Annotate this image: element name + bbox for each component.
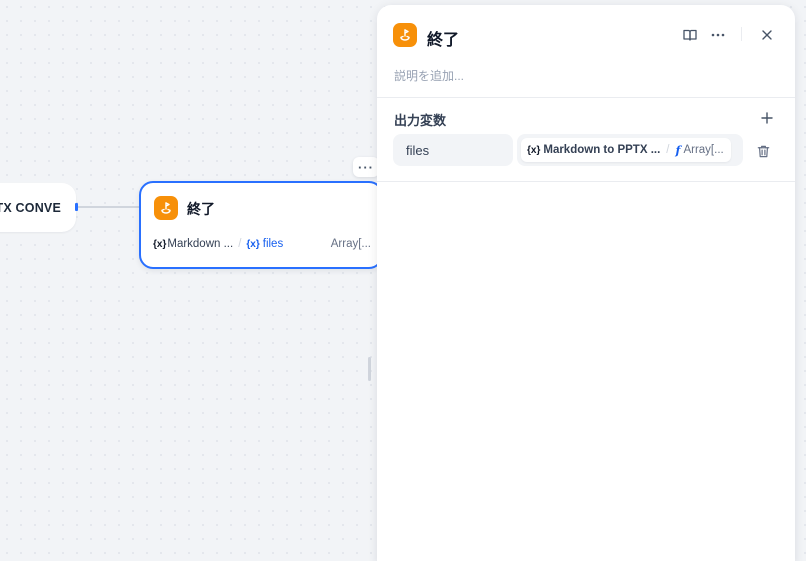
- close-panel-button[interactable]: [755, 23, 779, 47]
- end-flag-icon: [393, 23, 417, 47]
- node-title: 終了: [187, 201, 215, 217]
- panel-title[interactable]: 終了: [427, 26, 459, 50]
- variable-name: files: [262, 238, 284, 250]
- divider: [377, 97, 795, 98]
- more-dots-icon: ···: [358, 159, 374, 175]
- output-variable-name: files: [406, 142, 430, 158]
- variable-separator: /: [238, 238, 242, 250]
- output-variable-selector[interactable]: {x} Markdown to PPTX ... / f Array[...: [517, 134, 743, 166]
- function-icon: f: [675, 143, 681, 157]
- trash-icon: [757, 145, 769, 157]
- end-node[interactable]: 終了 {x} Markdown ... / {x} files Array[..…: [139, 181, 383, 269]
- node-variable-row: {x} Markdown ... / {x} files Array[...: [153, 232, 371, 256]
- panel-resize-handle[interactable]: [368, 357, 371, 381]
- variable-icon: {x}: [527, 144, 541, 156]
- variable-icon: {x}: [153, 238, 167, 250]
- close-icon: [762, 30, 772, 40]
- plus-icon: [761, 112, 773, 124]
- node-settings-panel: 終了 説明を追加... 出力変数 files {x} Markdown to P…: [377, 5, 795, 561]
- variable-source: Markdown ...: [167, 238, 234, 250]
- output-variable-name-input[interactable]: files: [393, 134, 513, 166]
- add-output-button[interactable]: [757, 108, 777, 128]
- description-input[interactable]: 説明を追加...: [394, 67, 464, 84]
- output-variables-title: 出力変数: [394, 113, 447, 128]
- variable-chip[interactable]: {x} Markdown to PPTX ... / f Array[...: [521, 138, 731, 162]
- edge-connection: [78, 206, 140, 208]
- variable-icon: {x}: [246, 238, 260, 250]
- prev-node[interactable]: TX CONVE: [0, 183, 76, 232]
- divider: [377, 181, 795, 182]
- variable-type: Array[...: [330, 238, 371, 250]
- help-docs-button[interactable]: [678, 23, 702, 47]
- delete-output-button[interactable]: [753, 141, 773, 161]
- book-icon: [683, 29, 697, 41]
- more-options-button[interactable]: [706, 23, 730, 47]
- prev-node-label: TX CONVE: [0, 200, 61, 215]
- variable-source: Markdown to PPTX ...: [543, 144, 661, 156]
- variable-separator: /: [666, 144, 670, 156]
- variable-type: Array[...: [683, 144, 724, 156]
- node-more-button[interactable]: ···: [353, 157, 379, 177]
- end-flag-icon: [154, 196, 178, 220]
- more-horizontal-icon: [711, 33, 725, 37]
- header-divider: [741, 27, 742, 41]
